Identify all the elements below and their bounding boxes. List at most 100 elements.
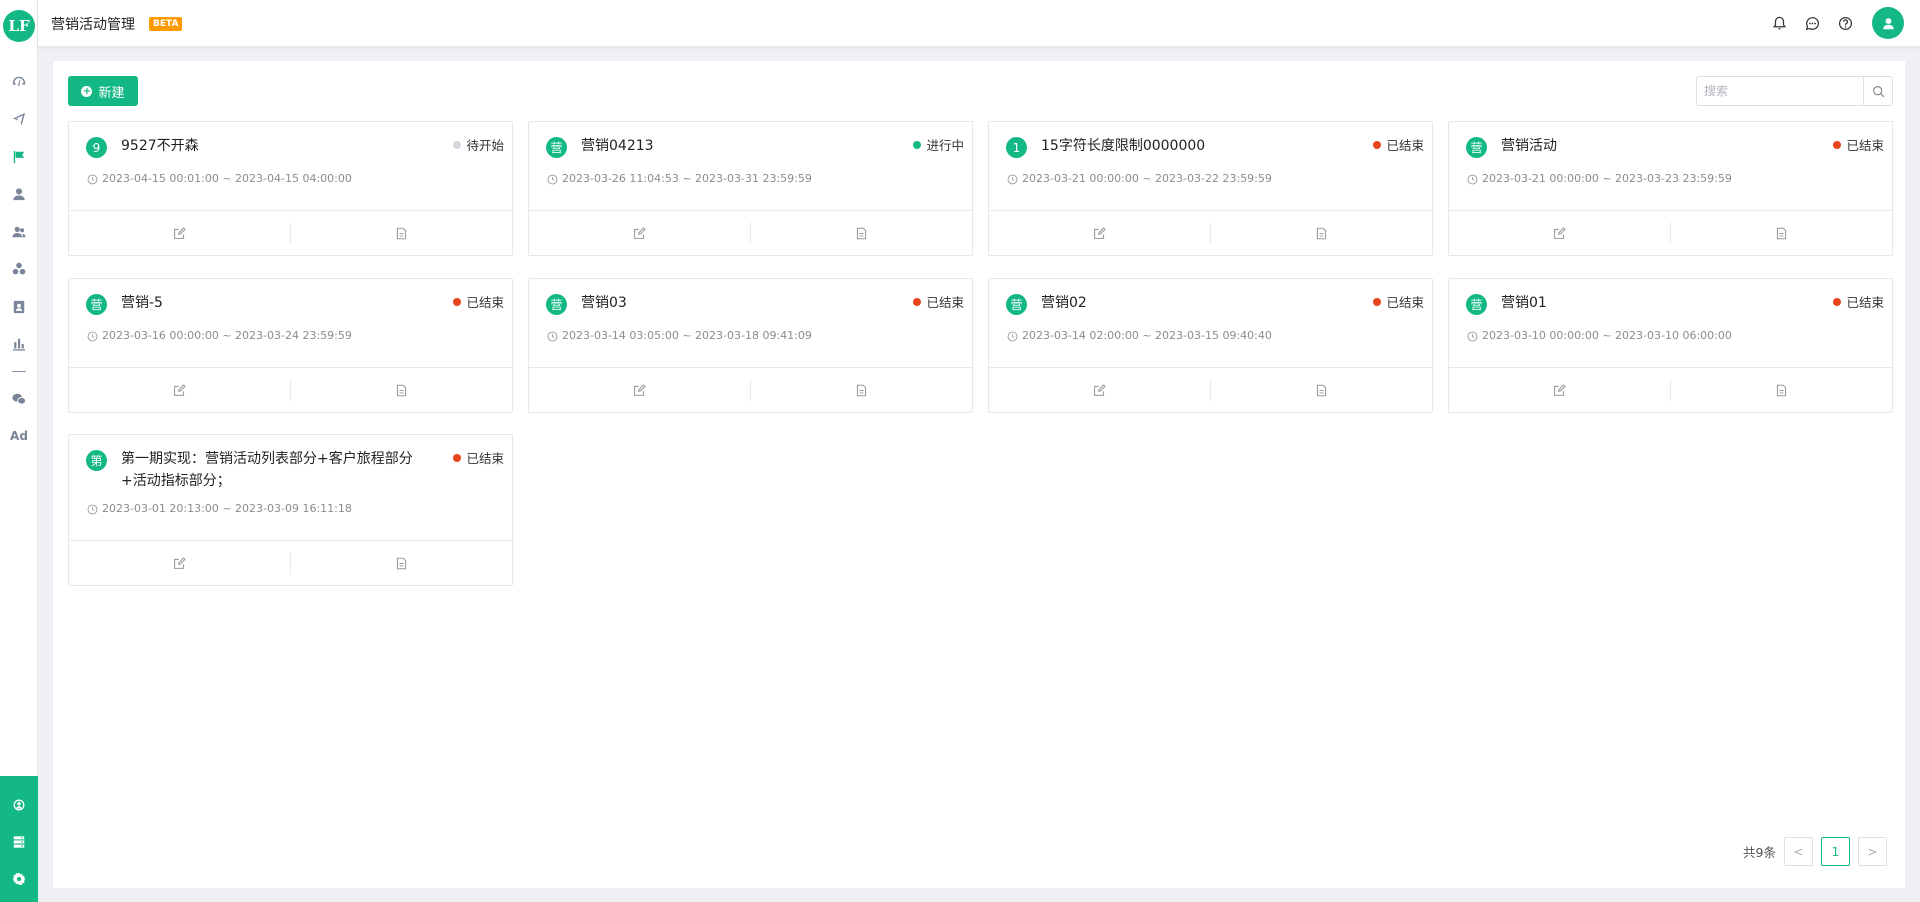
view-report-button[interactable] xyxy=(750,379,972,401)
view-report-button[interactable] xyxy=(750,222,972,244)
sidebar-item-user-group[interactable] xyxy=(0,213,38,251)
view-report-button[interactable] xyxy=(1670,379,1892,401)
view-report-button[interactable] xyxy=(1670,222,1892,244)
edit-campaign-button[interactable] xyxy=(529,379,750,401)
edit-campaign-button[interactable] xyxy=(69,222,290,244)
edit-icon xyxy=(1094,226,1106,239)
sidebar-item-cluster[interactable] xyxy=(0,251,38,289)
campaign-card-header[interactable]: 营 营销01 已结束 xyxy=(1449,279,1892,319)
search-button[interactable] xyxy=(1863,77,1892,105)
sidebar-item-user[interactable] xyxy=(0,176,38,214)
campaign-card-header[interactable]: 营 营销03 已结束 xyxy=(529,279,972,319)
campaign-time-range: 2023-03-26 11:04:53 ~ 2023-03-31 23:59:5… xyxy=(529,162,972,210)
edit-campaign-button[interactable] xyxy=(529,222,750,244)
sidebar-item-send[interactable] xyxy=(0,101,38,139)
document-icon xyxy=(1776,384,1787,396)
sidebar-item-storage[interactable] xyxy=(0,823,38,860)
beta-badge: BETA xyxy=(149,17,183,31)
campaign-card: 营 营销活动 已结束 2023-03-21 00:00:00 ~ 2023-03… xyxy=(1448,121,1893,256)
campaign-card-actions xyxy=(529,367,972,412)
campaign-title: 营销03 xyxy=(581,295,627,311)
clock-icon xyxy=(87,331,98,342)
app-logo[interactable]: LF xyxy=(3,10,35,42)
next-page-button[interactable]: > xyxy=(1857,837,1887,866)
edit-icon xyxy=(174,383,186,396)
time-range-text: 2023-03-14 02:00:00 ~ 2023-03-15 09:40:4… xyxy=(1022,329,1272,342)
view-report-button[interactable] xyxy=(290,222,512,244)
view-report-button[interactable] xyxy=(1210,222,1432,244)
top-header: 营销活动管理 BETA xyxy=(38,0,1920,47)
campaign-card: 营 营销01 已结束 2023-03-10 00:00:00 ~ 2023-03… xyxy=(1448,278,1893,413)
time-range-text: 2023-03-21 00:00:00 ~ 2023-03-22 23:59:5… xyxy=(1022,172,1272,185)
hub-icon xyxy=(13,799,25,810)
sidebar-item-campaigns[interactable] xyxy=(0,138,38,176)
sidebar-item-settings[interactable] xyxy=(0,860,38,897)
campaign-title: 第一期实现：营销活动列表部分+客户旅程部分+活动指标部分； xyxy=(121,451,413,489)
pagination: 共9条 < 1 > xyxy=(1743,837,1887,866)
page-title: 营销活动管理 xyxy=(51,17,135,33)
sidebar-item-contacts[interactable] xyxy=(0,288,38,326)
total-count: 共9条 xyxy=(1743,845,1776,860)
bell-icon xyxy=(1772,16,1786,30)
time-range-text: 2023-03-01 20:13:00 ~ 2023-03-09 16:11:1… xyxy=(102,502,352,515)
time-range-text: 2023-04-15 00:01:00 ~ 2023-04-15 04:00:0… xyxy=(102,172,352,185)
document-icon xyxy=(856,227,867,239)
status-dot xyxy=(1373,140,1382,149)
document-icon xyxy=(396,384,407,396)
edit-icon xyxy=(1554,383,1566,396)
edit-campaign-button[interactable] xyxy=(69,552,290,574)
main-panel: + 新建 9 9527不开森 待开始 2023-04-15 00:01:00 ~… xyxy=(53,61,1905,888)
edit-campaign-button[interactable] xyxy=(69,379,290,401)
status-label: 已结束 xyxy=(466,451,504,466)
search-input[interactable] xyxy=(1697,77,1863,105)
edit-campaign-button[interactable] xyxy=(1449,379,1670,401)
page-number-button[interactable]: 1 xyxy=(1820,837,1850,866)
status-dot xyxy=(913,140,922,149)
campaign-card-header[interactable]: 营 营销04213 进行中 xyxy=(529,122,972,162)
flag-icon xyxy=(13,150,25,163)
sidebar-item-ad[interactable]: Ad xyxy=(0,418,38,456)
document-icon xyxy=(1316,227,1327,239)
campaign-status: 待开始 xyxy=(453,135,504,154)
edit-campaign-button[interactable] xyxy=(1449,222,1670,244)
status-label: 已结束 xyxy=(1846,295,1884,310)
sidebar-item-analytics[interactable] xyxy=(0,326,38,364)
edit-campaign-button[interactable] xyxy=(989,222,1210,244)
status-label: 已结束 xyxy=(466,295,504,310)
messages-button[interactable] xyxy=(1804,15,1820,31)
edit-campaign-button[interactable] xyxy=(989,379,1210,401)
sidebar-item-hub[interactable] xyxy=(0,786,38,823)
campaign-card-header[interactable]: 营 营销02 已结束 xyxy=(989,279,1432,319)
document-icon xyxy=(396,227,407,239)
campaign-time-range: 2023-03-14 02:00:00 ~ 2023-03-15 09:40:4… xyxy=(989,319,1432,367)
campaign-avatar-badge: 营 xyxy=(1466,294,1487,315)
sidebar-item-wechat[interactable] xyxy=(0,380,38,418)
contact-book-icon xyxy=(13,300,25,313)
campaign-card: 营 营销04213 进行中 2023-03-26 11:04:53 ~ 2023… xyxy=(528,121,973,256)
new-button-label: 新建 xyxy=(98,85,125,101)
notification-button[interactable] xyxy=(1771,15,1787,31)
view-report-button[interactable] xyxy=(1210,379,1432,401)
campaign-avatar-badge: 营 xyxy=(1466,137,1487,158)
prev-page-button[interactable]: < xyxy=(1783,837,1813,866)
new-campaign-button[interactable]: + 新建 xyxy=(68,76,138,106)
status-label: 已结束 xyxy=(1386,295,1424,310)
campaign-avatar-badge: 营 xyxy=(86,294,107,315)
view-report-button[interactable] xyxy=(290,379,512,401)
logo-text: LF xyxy=(8,17,30,35)
campaign-title: 9527不开森 xyxy=(121,138,199,154)
campaign-card-actions xyxy=(69,540,512,585)
edit-icon xyxy=(174,226,186,239)
user-avatar[interactable] xyxy=(1872,7,1904,39)
view-report-button[interactable] xyxy=(290,552,512,574)
campaign-card-header[interactable]: 营 营销活动 已结束 xyxy=(1449,122,1892,162)
help-button[interactable] xyxy=(1837,15,1853,31)
campaign-card-header[interactable]: 第 第一期实现：营销活动列表部分+客户旅程部分+活动指标部分； 已结束 xyxy=(69,435,512,492)
sidebar-item-dashboard[interactable] xyxy=(0,63,38,101)
document-icon xyxy=(396,557,407,569)
campaign-card-header[interactable]: 营 营销-5 已结束 xyxy=(69,279,512,319)
campaign-avatar-badge: 1 xyxy=(1006,137,1027,158)
campaign-card-header[interactable]: 1 15字符长度限制0000000 已结束 xyxy=(989,122,1432,162)
campaign-card-header[interactable]: 9 9527不开森 待开始 xyxy=(69,122,512,162)
campaign-title: 15字符长度限制0000000 xyxy=(1041,138,1206,154)
